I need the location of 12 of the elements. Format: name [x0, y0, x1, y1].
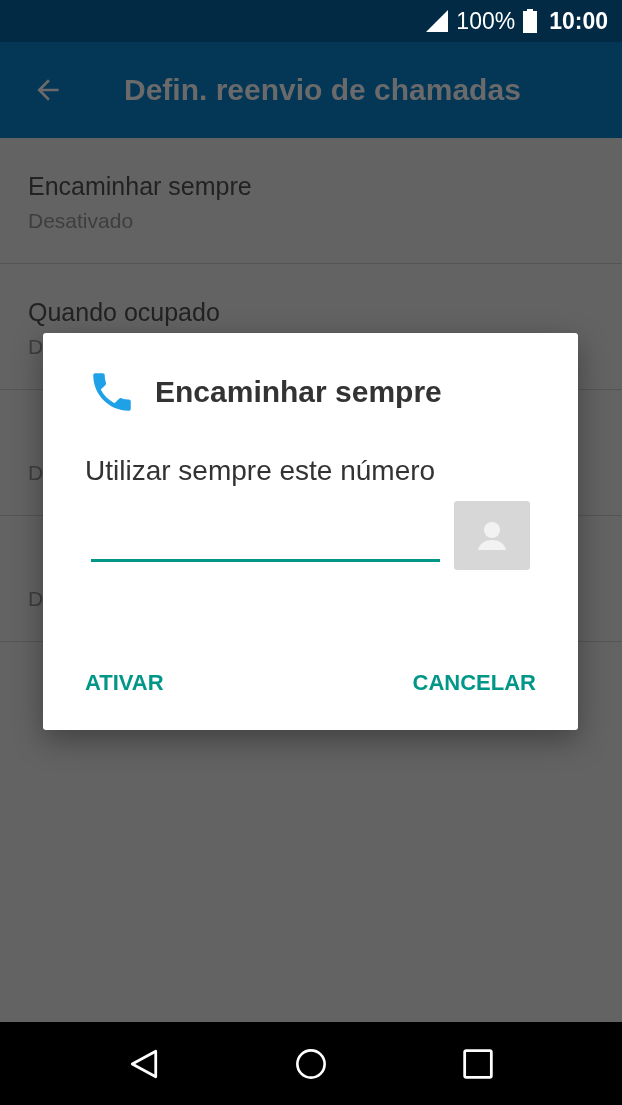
cancel-button[interactable]: CANCELAR	[412, 666, 536, 700]
home-icon[interactable]	[295, 1047, 327, 1080]
setting-title: Encaminhar sempre	[28, 172, 252, 201]
screen-title: Defin. reenvio de chamadas	[124, 73, 521, 107]
setting-title: Quando ocupado	[28, 298, 220, 327]
battery-icon	[523, 9, 538, 33]
recents-icon[interactable]	[462, 1047, 495, 1080]
dialog-message: Utilizar sempre este número	[85, 455, 437, 487]
activate-button[interactable]: ATIVAR	[85, 666, 164, 700]
signal-icon	[426, 10, 449, 32]
battery-percent: 100%	[456, 7, 516, 35]
clock: 10:00	[549, 7, 608, 35]
